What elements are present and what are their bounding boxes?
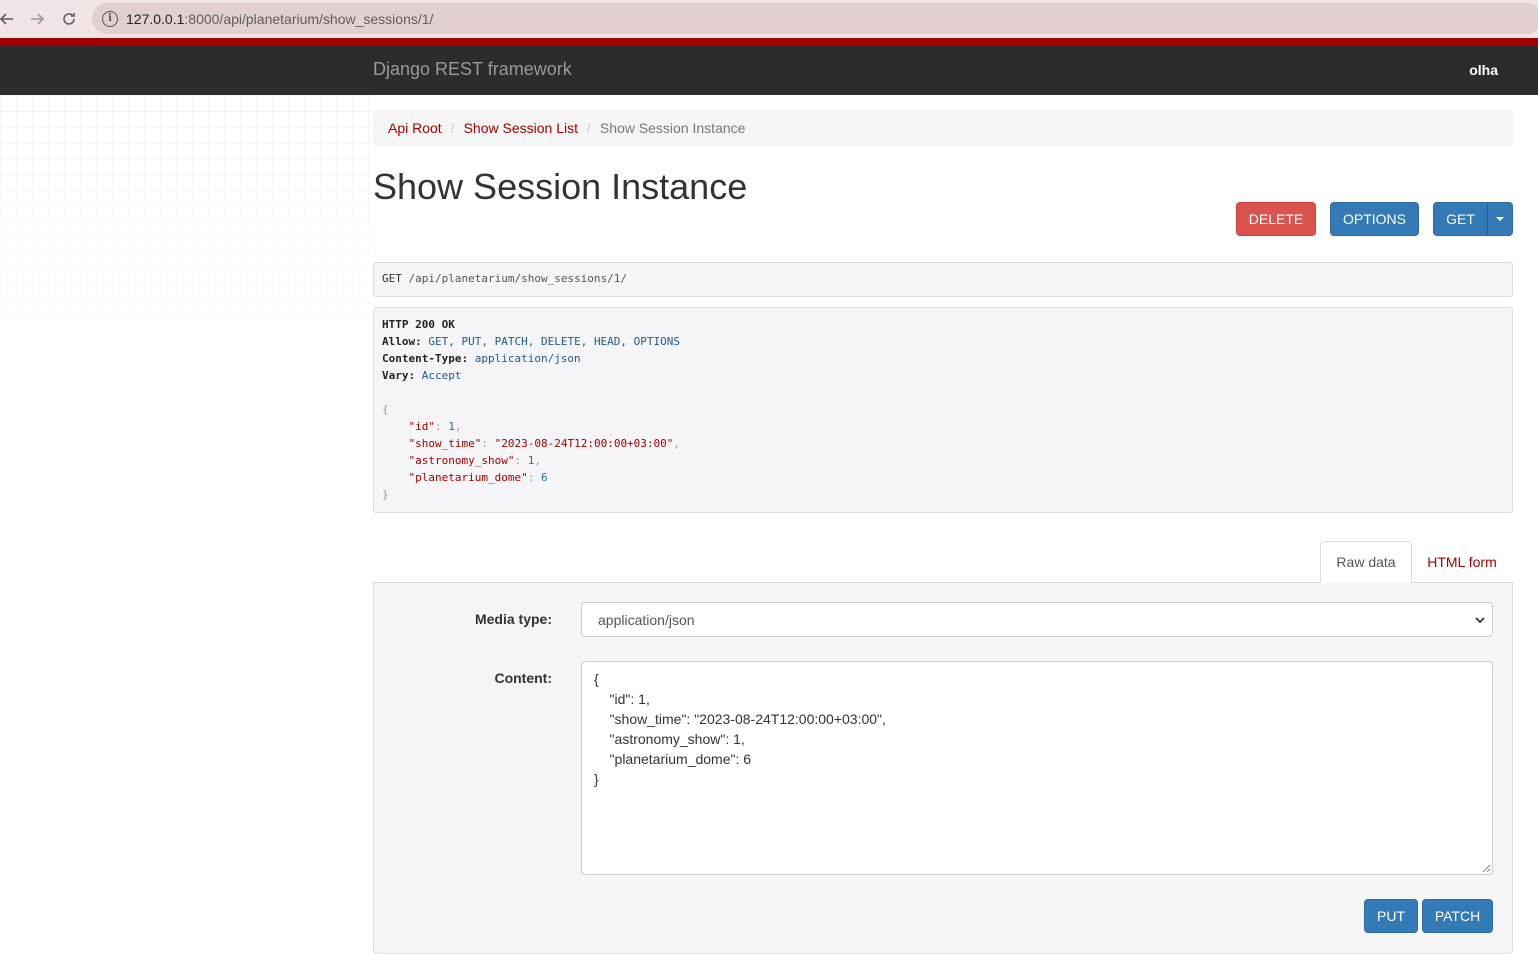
content-textarea[interactable]: { "id": 1, "show_time": "2023-08-24T12:0… xyxy=(581,661,1493,875)
json-value: 1 xyxy=(448,420,455,433)
content-label: Content: xyxy=(494,670,552,686)
get-format-dropdown[interactable] xyxy=(1487,202,1513,236)
address-url: 127.0.0.1:8000/api/planetarium/show_sess… xyxy=(126,11,433,27)
brand-link[interactable]: Django REST framework xyxy=(373,59,572,80)
json-key: "id" xyxy=(408,420,436,433)
breadcrumb-api-root[interactable]: Api Root xyxy=(388,120,442,136)
json-value: "2023-08-24T12:00:00+03:00" xyxy=(494,437,674,450)
chevron-down-icon xyxy=(1475,617,1485,624)
resize-handle-icon[interactable] xyxy=(1482,864,1491,873)
media-type-label: Media type: xyxy=(474,611,552,627)
header-key: Allow: xyxy=(382,335,422,348)
breadcrumb-separator: / xyxy=(450,120,455,136)
brand-strip xyxy=(0,38,1538,46)
media-type-value: application/json xyxy=(598,611,695,628)
header-value: application/json xyxy=(474,352,581,365)
info-icon[interactable]: i xyxy=(102,10,118,27)
browser-toolbar: i 127.0.0.1:8000/api/planetarium/show_se… xyxy=(0,0,1538,38)
breadcrumb-current: Show Session Instance xyxy=(599,120,746,136)
response-info: HTTP 200 OK Allow: GET, PUT, PATCH, DELE… xyxy=(373,307,1513,513)
top-navbar: Django REST framework olha xyxy=(0,46,1538,95)
patch-button[interactable]: PATCH xyxy=(1422,899,1493,933)
response-status: HTTP 200 OK xyxy=(382,318,455,331)
background-grid xyxy=(0,95,372,355)
get-button[interactable]: GET xyxy=(1433,202,1488,236)
json-brace: { xyxy=(382,403,389,416)
options-button[interactable]: OPTIONS xyxy=(1330,202,1419,236)
delete-button[interactable]: DELETE xyxy=(1236,202,1316,236)
user-menu[interactable]: olha xyxy=(1469,62,1498,78)
request-path: /api/planetarium/show_sessions/1/ xyxy=(408,272,628,285)
breadcrumb: Api Root / Show Session List / Show Sess… xyxy=(373,110,1513,146)
main-content: Api Root / Show Session List / Show Sess… xyxy=(373,110,1513,954)
form-tabs: Raw data HTML form xyxy=(373,541,1513,583)
raw-data-form: Media type: application/json Content: { … xyxy=(373,582,1513,954)
forward-arrow-icon[interactable] xyxy=(24,6,50,32)
caret-down-icon xyxy=(1496,217,1504,221)
url-host: 127.0.0.1 xyxy=(126,10,185,27)
breadcrumb-separator: / xyxy=(587,120,591,136)
header-value: Accept xyxy=(421,369,462,382)
tab-raw-data[interactable]: Raw data xyxy=(1320,541,1412,583)
request-method: GET xyxy=(382,272,402,285)
tab-html-form[interactable]: HTML form xyxy=(1418,541,1506,583)
address-bar[interactable]: i 127.0.0.1:8000/api/planetarium/show_se… xyxy=(92,3,1538,34)
reload-icon[interactable] xyxy=(56,6,82,32)
request-info: GET /api/planetarium/show_sessions/1/ xyxy=(373,262,1513,297)
header-key: Vary: xyxy=(382,369,416,382)
breadcrumb-show-session-list[interactable]: Show Session List xyxy=(464,120,578,136)
url-path: :8000/api/planetarium/show_sessions/1/ xyxy=(184,10,434,27)
put-button[interactable]: PUT xyxy=(1364,899,1418,933)
header-key: Content-Type: xyxy=(382,352,469,365)
back-arrow-icon[interactable] xyxy=(0,6,20,32)
json-key: "show_time" xyxy=(408,437,482,450)
json-brace: } xyxy=(382,488,389,501)
media-type-select[interactable]: application/json xyxy=(581,602,1493,637)
title-row: Show Session Instance DELETE OPTIONS GET xyxy=(373,146,1513,236)
page-title: Show Session Instance xyxy=(373,166,748,207)
header-value: GET, PUT, PATCH, DELETE, HEAD, OPTIONS xyxy=(428,335,681,348)
json-key: "planetarium_dome" xyxy=(408,471,528,484)
json-value: 6 xyxy=(540,471,548,484)
json-key: "astronomy_show" xyxy=(408,454,515,467)
